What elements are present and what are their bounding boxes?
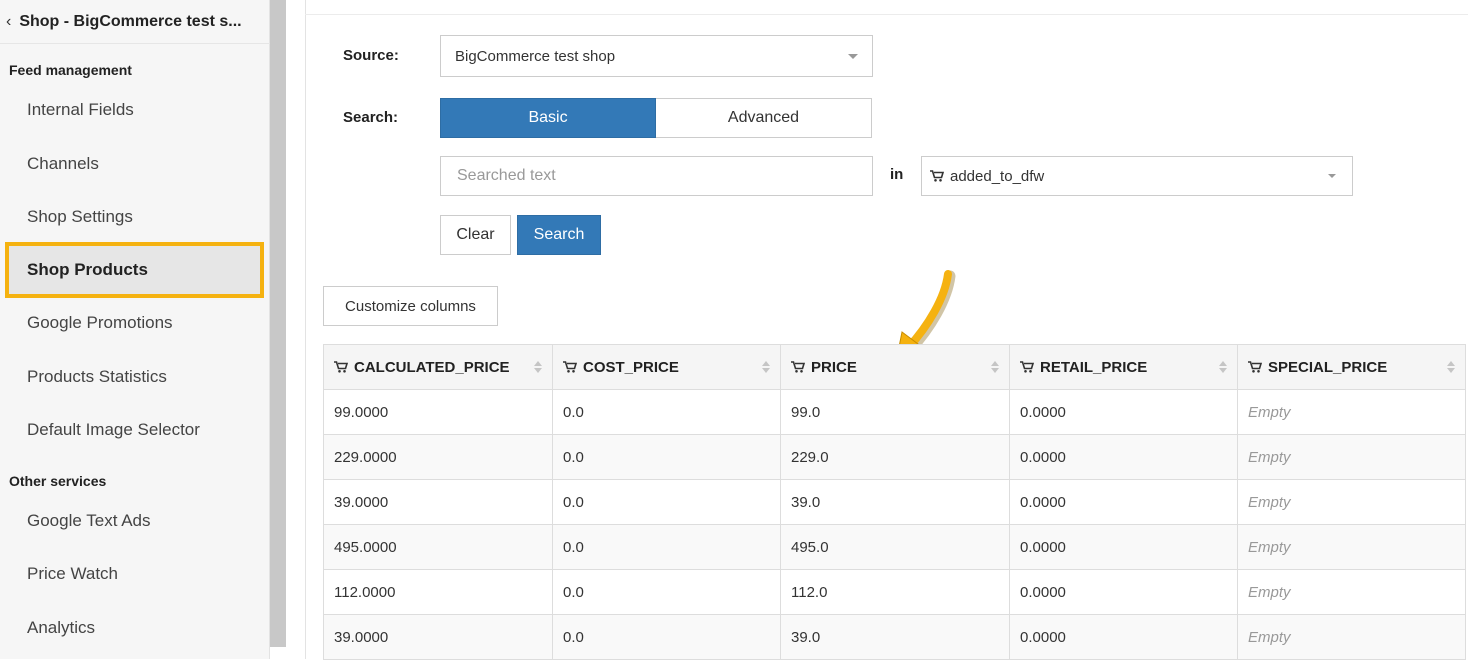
table-row: 39.0000 0.0 39.0 0.0000 Empty xyxy=(323,479,1466,525)
search-button[interactable]: Search xyxy=(517,215,601,255)
sidebar-item-shop-products[interactable]: Shop Products xyxy=(6,243,263,297)
cart-icon xyxy=(334,360,348,373)
search-field-select[interactable]: added_to_dfw xyxy=(921,156,1353,196)
table-cell: 99.0000 xyxy=(323,389,553,435)
sidebar-item-internal-fields[interactable]: Internal Fields xyxy=(27,100,134,120)
search-mode-advanced-button[interactable]: Advanced xyxy=(656,98,872,138)
table-row: 229.0000 0.0 229.0 0.0000 Empty xyxy=(323,434,1466,480)
table-header-row: CALCULATED_PRICE COST_PRICE PRICE RETAIL… xyxy=(323,344,1466,390)
column-header-special-price[interactable]: SPECIAL_PRICE xyxy=(1237,344,1466,390)
table-cell: Empty xyxy=(1237,479,1466,525)
table-cell: 99.0 xyxy=(780,389,1010,435)
customize-columns-button[interactable]: Customize columns xyxy=(323,286,498,326)
back-to-shop-link[interactable]: ‹ Shop - BigCommerce test s... xyxy=(0,0,270,44)
table-cell: 229.0 xyxy=(780,434,1010,480)
table-cell: 39.0000 xyxy=(323,479,553,525)
table-cell: 495.0 xyxy=(780,524,1010,570)
sidebar-item-channels[interactable]: Channels xyxy=(27,154,99,174)
in-label: in xyxy=(890,166,904,183)
table-cell: 39.0 xyxy=(780,614,1010,660)
products-table: CALCULATED_PRICE COST_PRICE PRICE RETAIL… xyxy=(323,344,1466,660)
section-other-services: Other services xyxy=(9,473,107,489)
table-cell: Empty xyxy=(1237,434,1466,480)
table-cell: 0.0 xyxy=(552,389,781,435)
table-cell: Empty xyxy=(1237,524,1466,570)
section-feed-management: Feed management xyxy=(9,62,132,78)
table-cell: 0.0 xyxy=(552,569,781,615)
table-cell: 0.0 xyxy=(552,434,781,480)
table-row: 39.0000 0.0 39.0 0.0000 Empty xyxy=(323,614,1466,660)
sidebar-item-analytics[interactable]: Analytics xyxy=(27,618,95,638)
dropdown-caret-icon xyxy=(1328,174,1336,178)
table-cell: 0.0000 xyxy=(1009,569,1238,615)
table-cell: 229.0000 xyxy=(323,434,553,480)
table-cell: 495.0000 xyxy=(323,524,553,570)
table-row: 495.0000 0.0 495.0 0.0000 Empty xyxy=(323,524,1466,570)
column-header-label: SPECIAL_PRICE xyxy=(1268,358,1388,376)
content-divider xyxy=(305,0,306,659)
sidebar-item-label: Shop Products xyxy=(27,260,148,279)
column-header-calculated-price[interactable]: CALCULATED_PRICE xyxy=(323,344,553,390)
cart-icon xyxy=(1020,360,1034,373)
column-header-price[interactable]: PRICE xyxy=(780,344,1010,390)
sidebar-item-default-image-selector[interactable]: Default Image Selector xyxy=(27,420,200,440)
table-cell: Empty xyxy=(1237,569,1466,615)
table-cell: 0.0000 xyxy=(1009,389,1238,435)
table-cell: 0.0000 xyxy=(1009,524,1238,570)
table-row: 112.0000 0.0 112.0 0.0000 Empty xyxy=(323,569,1466,615)
source-select[interactable]: BigCommerce test shop xyxy=(440,35,873,77)
cart-icon xyxy=(791,360,805,373)
sidebar-item-google-promotions[interactable]: Google Promotions xyxy=(27,313,173,333)
table-cell: 0.0 xyxy=(552,524,781,570)
search-mode-basic-button[interactable]: Basic xyxy=(440,98,656,138)
table-row: 99.0000 0.0 99.0 0.0000 Empty xyxy=(323,389,1466,435)
sidebar: ‹ Shop - BigCommerce test s... Feed mana… xyxy=(0,0,270,659)
table-cell: 0.0000 xyxy=(1009,479,1238,525)
sort-icon[interactable] xyxy=(762,361,770,374)
source-value: BigCommerce test shop xyxy=(455,47,616,65)
search-label: Search: xyxy=(343,109,399,126)
sidebar-item-shop-settings[interactable]: Shop Settings xyxy=(27,207,133,227)
column-header-label: COST_PRICE xyxy=(583,358,679,376)
table-cell: Empty xyxy=(1237,389,1466,435)
chevron-left-icon: ‹ xyxy=(6,12,12,30)
sidebar-scrollbar[interactable] xyxy=(270,0,286,647)
table-cell: 0.0 xyxy=(552,614,781,660)
clear-button[interactable]: Clear xyxy=(440,215,511,255)
table-cell: 39.0 xyxy=(780,479,1010,525)
column-header-retail-price[interactable]: RETAIL_PRICE xyxy=(1009,344,1238,390)
column-header-label: CALCULATED_PRICE xyxy=(354,358,510,376)
column-header-label: RETAIL_PRICE xyxy=(1040,358,1148,376)
cart-icon xyxy=(1248,360,1262,373)
search-input[interactable] xyxy=(440,156,873,196)
column-header-cost-price[interactable]: COST_PRICE xyxy=(552,344,781,390)
dropdown-caret-icon xyxy=(848,54,858,59)
table-cell: 39.0000 xyxy=(323,614,553,660)
sort-icon[interactable] xyxy=(1219,361,1227,374)
table-cell: 0.0000 xyxy=(1009,434,1238,480)
sidebar-item-google-text-ads[interactable]: Google Text Ads xyxy=(27,511,151,531)
sort-icon[interactable] xyxy=(991,361,999,374)
table-cell: 112.0000 xyxy=(323,569,553,615)
search-field-value: added_to_dfw xyxy=(950,167,1045,185)
sidebar-item-price-watch[interactable]: Price Watch xyxy=(27,564,118,584)
gutter xyxy=(286,0,305,659)
table-cell: Empty xyxy=(1237,614,1466,660)
sidebar-item-products-statistics[interactable]: Products Statistics xyxy=(27,367,167,387)
content-top-divider xyxy=(305,14,1468,15)
shop-title: Shop - BigCommerce test s... xyxy=(19,12,242,30)
cart-icon xyxy=(563,360,577,373)
source-label: Source: xyxy=(343,47,399,64)
table-cell: 0.0 xyxy=(552,479,781,525)
table-cell: 0.0000 xyxy=(1009,614,1238,660)
cart-icon xyxy=(930,170,944,182)
column-header-label: PRICE xyxy=(811,358,857,376)
sort-icon[interactable] xyxy=(534,361,542,374)
table-cell: 112.0 xyxy=(780,569,1010,615)
sort-icon[interactable] xyxy=(1447,361,1455,374)
